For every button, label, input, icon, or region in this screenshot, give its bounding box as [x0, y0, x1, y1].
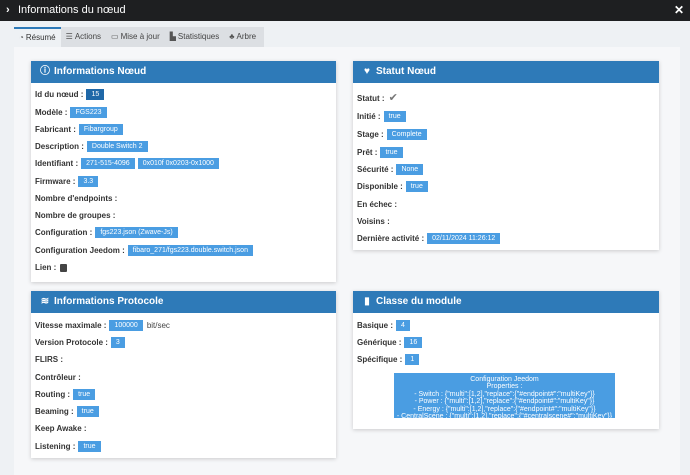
- specific-value: 1: [405, 354, 420, 365]
- window-title: Informations du nœud: [18, 4, 126, 16]
- row-identifier: Identifiant :271-515-4096 0x010f 0x0203-0…: [35, 158, 219, 170]
- wifi-icon: ≋: [40, 296, 50, 307]
- beaming-value: true: [76, 406, 99, 417]
- row-initiated: Initié : true: [357, 111, 406, 123]
- window-titlebar: › Informations du nœud ✕: [0, 0, 690, 21]
- manufacturer-value: Fibargroup: [78, 124, 123, 135]
- info-circle-icon: ⓘ: [40, 66, 50, 77]
- configuration-value: fgs223.json (Zwave-Js): [95, 227, 178, 238]
- row-failed: En échec :: [357, 200, 398, 209]
- initiated-value: true: [383, 111, 406, 122]
- firmware-value: 3.3: [78, 176, 99, 187]
- row-link: Lien :: [35, 262, 68, 274]
- list-icon: ☰: [65, 32, 73, 41]
- row-ready: Prêt : true: [357, 147, 403, 159]
- row-stage: Stage : Complete: [357, 129, 427, 141]
- protocol-panel: ≋ Informations Protocole Vitesse maximale…: [31, 291, 336, 458]
- row-description: Description : Double Switch 2: [35, 141, 148, 153]
- dashboard-icon: ◔: [19, 33, 24, 42]
- row-protocol-version: Version Protocole :3: [35, 337, 125, 349]
- check-icon: ✔: [388, 92, 398, 104]
- file-icon: ▮: [364, 296, 370, 307]
- row-specific: Spécifique :1: [357, 354, 420, 366]
- tab-mise-a-jour[interactable]: ▭ Mise à jour: [106, 27, 165, 47]
- row-jeedom-config: Configuration Jeedom : fibaro_271/fgs223.…: [35, 245, 253, 257]
- row-flirs: FLIRS :: [35, 355, 63, 364]
- row-generic: Générique :16: [357, 337, 423, 349]
- row-configuration: Configuration : fgs223.json (Zwave-Js): [35, 227, 178, 239]
- row-max-speed: Vitesse maximale :100000 bit/sec: [35, 320, 170, 331]
- row-keep-awake: Keep Awake :: [35, 424, 87, 433]
- tree-icon: ♣: [229, 32, 235, 41]
- max-speed-unit: bit/sec: [146, 321, 170, 330]
- module-class-panel: ▮ Classe du module Basique :4 Générique :…: [353, 291, 659, 429]
- model-value: FGS223: [70, 107, 107, 118]
- generic-value: 16: [404, 337, 423, 348]
- hdd-icon: ▭: [111, 32, 119, 41]
- bar-chart-icon: ▙: [169, 32, 176, 41]
- protocol-header: ≋ Informations Protocole: [31, 291, 336, 313]
- book-icon[interactable]: [60, 263, 68, 272]
- tab-bar: ◔ Résumé ☰ Actions ▭ Mise à jour ▙ Statistiq…: [14, 27, 264, 47]
- config-line-title: Configuration Jeedom: [470, 376, 539, 383]
- row-security: Sécurité : None: [357, 164, 424, 176]
- tab-statistiques[interactable]: ▙ Statistiques: [165, 27, 225, 47]
- row-controller: Contrôleur :: [35, 373, 81, 382]
- protocol-version-value: 3: [110, 337, 125, 348]
- description-value: Double Switch 2: [86, 141, 148, 152]
- config-line-energy: - Energy : {"multi":[1,2],"replace":{"#e…: [413, 405, 596, 413]
- config-line-centralscene: - CentralScene : {"multi":[1,2],"replace…: [396, 413, 613, 421]
- routing-value: true: [73, 389, 96, 400]
- max-speed-value: 100000: [109, 320, 143, 331]
- module-class-header: ▮ Classe du module: [353, 291, 659, 313]
- security-value: None: [396, 164, 424, 175]
- tab-arbre[interactable]: ♣ Arbre: [224, 27, 261, 47]
- stage-value: Complete: [386, 129, 427, 140]
- node-info-panel: ⓘ Informations Nœud Id du nœud :15 Modèle…: [31, 61, 336, 282]
- row-manufacturer: Fabricant : Fibargroup: [35, 124, 123, 136]
- row-groups: Nombre de groupes :: [35, 211, 116, 220]
- config-line-properties: Properties :: [486, 383, 523, 391]
- row-firmware: Firmware :3.3: [35, 176, 99, 188]
- node-id-value: 15: [86, 89, 105, 100]
- row-listening: Listening : true: [35, 441, 101, 453]
- row-endpoints: Nombre d'endpoints :: [35, 194, 118, 203]
- chevron-right-icon: ›: [6, 4, 10, 16]
- node-info-header: ⓘ Informations Nœud: [31, 61, 336, 83]
- identifier-hex-value: 0x010f 0x0203-0x1000: [137, 158, 219, 169]
- row-node-id: Id du nœud :15: [35, 89, 105, 101]
- status-header: ♥ Statut Nœud: [353, 61, 659, 83]
- row-available: Disponible : true: [357, 181, 428, 193]
- status-panel: ♥ Statut Nœud Statut : ✔ Initié : true Stag…: [353, 61, 659, 250]
- last-activity-value: 02/11/2024 11:26:12: [427, 233, 501, 244]
- tab-resume[interactable]: ◔ Résumé: [14, 27, 61, 47]
- row-model: Modèle : FGS223: [35, 107, 107, 119]
- row-neighbors: Voisins :: [357, 217, 390, 226]
- jeedom-config-value: fibaro_271/fgs223.double.switch.json: [127, 245, 253, 256]
- listening-value: true: [78, 441, 101, 452]
- tab-actions[interactable]: ☰ Actions: [61, 27, 106, 47]
- config-line-switch: - Switch : {"multi":[1,2],"replace":{"#e…: [414, 390, 595, 398]
- row-beaming: Beaming : true: [35, 406, 99, 418]
- heart-icon: ♥: [364, 66, 370, 77]
- available-value: true: [405, 181, 428, 192]
- row-basic: Basique :4: [357, 320, 410, 332]
- identifier-value: 271-515-4096: [81, 158, 135, 169]
- config-line-power: - Power : {"multi":[1,2],"replace":{"#en…: [414, 398, 595, 406]
- close-icon[interactable]: ✕: [674, 0, 684, 21]
- row-status: Statut : ✔: [357, 92, 398, 104]
- basic-value: 4: [396, 320, 410, 331]
- jeedom-config-properties: Configuration Jeedom Properties : - Swit…: [394, 373, 615, 421]
- ready-value: true: [380, 147, 403, 158]
- row-last-activity: Dernière activité :02/11/2024 11:26:12: [357, 233, 501, 245]
- row-routing: Routing : true: [35, 389, 96, 401]
